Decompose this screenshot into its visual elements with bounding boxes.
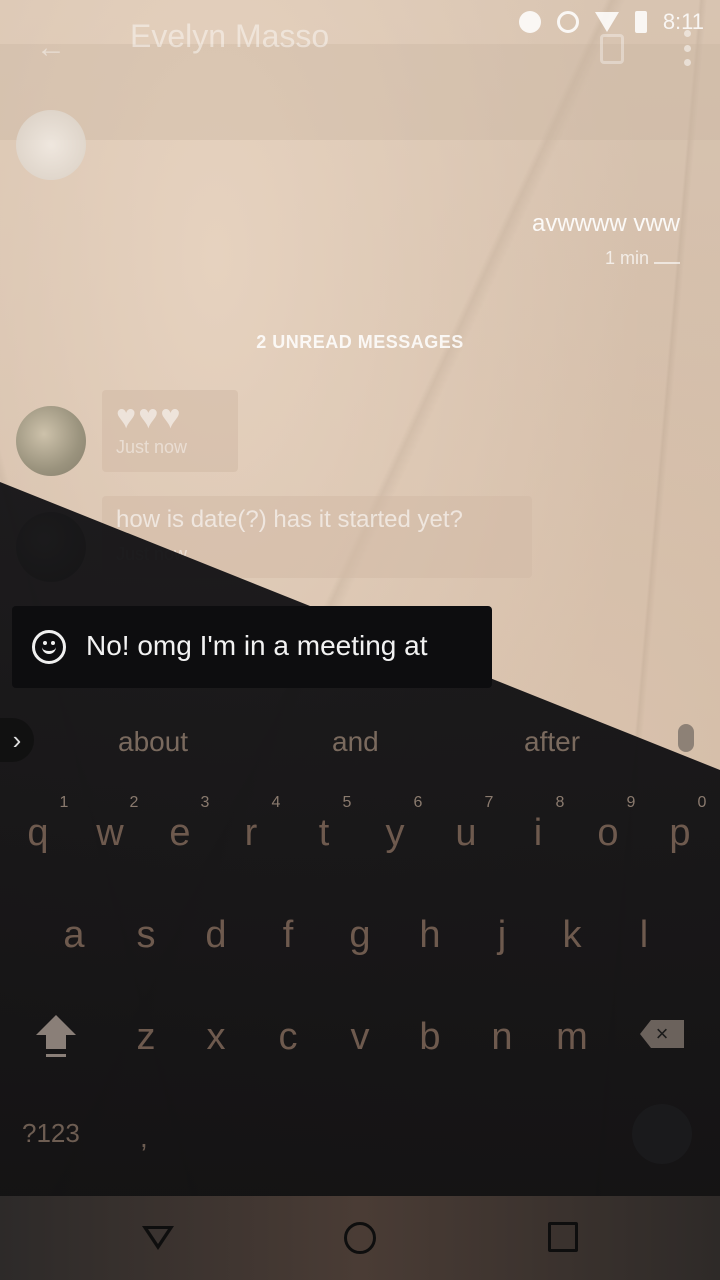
message-meta: Just now <box>116 437 188 457</box>
outgoing-message[interactable]: avwwww vww 1 min <box>532 210 680 269</box>
shift-icon-stem <box>46 1035 66 1049</box>
key-w[interactable]: w <box>80 812 140 855</box>
key-p[interactable]: p <box>650 812 710 855</box>
key-u[interactable]: u <box>436 812 496 855</box>
space-bar[interactable] <box>200 1118 600 1154</box>
message-text: how is date(?) has it started yet? <box>116 506 463 533</box>
message-text: avwwww vww <box>531 210 680 237</box>
suggestion[interactable]: about <box>118 726 188 758</box>
key-d[interactable]: d <box>186 914 246 957</box>
message-meta: 1 min <box>532 248 680 269</box>
expand-suggestions-icon[interactable]: › <box>0 718 34 762</box>
key-j[interactable]: j <box>472 914 532 957</box>
avatar[interactable] <box>16 406 86 476</box>
key-k[interactable]: k <box>542 914 602 957</box>
key-v[interactable]: v <box>330 1016 390 1059</box>
key-l[interactable]: l <box>614 914 674 957</box>
nav-recents-icon[interactable] <box>548 1222 578 1252</box>
wifi-icon <box>594 12 619 32</box>
key-r[interactable]: r <box>221 812 281 855</box>
key-number-hint: 1 <box>59 794 69 811</box>
suggestion[interactable]: and <box>332 726 379 758</box>
key-z[interactable]: z <box>116 1016 176 1059</box>
comma-key[interactable]: , <box>140 1122 148 1154</box>
key-x[interactable]: x <box>186 1016 246 1059</box>
symbols-key[interactable]: ?123 <box>22 1118 80 1149</box>
key-number-hint: 6 <box>413 794 423 811</box>
compose-text[interactable]: No! omg I'm in a meeting at <box>86 630 428 662</box>
alarm-icon <box>556 11 579 33</box>
key-i[interactable]: i <box>508 812 568 855</box>
key-n[interactable]: n <box>472 1016 532 1059</box>
microphone-icon[interactable] <box>678 724 694 752</box>
key-number-hint: 4 <box>271 794 281 811</box>
key-c[interactable]: c <box>258 1016 318 1059</box>
message-text: ♥♥♥ <box>116 398 183 436</box>
suggestion-strip: › about and after <box>0 718 720 768</box>
key-o[interactable]: o <box>578 812 638 855</box>
key-s[interactable]: s <box>116 914 176 957</box>
key-y[interactable]: y <box>365 812 425 855</box>
key-number-hint: 5 <box>342 794 352 811</box>
nav-back-icon-inner <box>148 1229 168 1244</box>
key-a[interactable]: a <box>44 914 104 957</box>
unread-divider: 2 UNREAD MESSAGES <box>256 332 464 352</box>
key-number-hint: 7 <box>484 794 494 811</box>
key-m[interactable]: m <box>542 1016 602 1059</box>
key-number-hint: 9 <box>626 794 636 811</box>
key-t[interactable]: t <box>294 812 354 855</box>
battery-icon <box>634 11 647 33</box>
nav-home-icon[interactable] <box>344 1222 376 1254</box>
key-f[interactable]: f <box>258 914 318 957</box>
avatar[interactable] <box>16 110 86 180</box>
suggestion[interactable]: after <box>524 726 580 758</box>
key-number-hint: 8 <box>555 794 565 811</box>
key-number-hint: 3 <box>200 794 210 811</box>
more-options-icon[interactable] <box>684 30 692 66</box>
key-number-hint: 2 <box>129 794 139 811</box>
key-b[interactable]: b <box>400 1016 460 1059</box>
back-arrow-icon[interactable]: ← <box>36 33 66 63</box>
contact-name[interactable]: Evelyn Masso <box>130 18 329 55</box>
shift-icon-base <box>46 1054 66 1057</box>
send-key[interactable] <box>632 1104 692 1164</box>
key-g[interactable]: g <box>330 914 390 957</box>
incoming-message[interactable]: ♥♥♥ Just now <box>102 390 238 472</box>
key-number-hint: 0 <box>697 794 707 811</box>
key-h[interactable]: h <box>400 914 460 957</box>
key-q[interactable]: q <box>8 812 68 855</box>
call-icon[interactable] <box>600 34 624 64</box>
double-check-icon <box>654 248 680 264</box>
key-e[interactable]: e <box>150 812 210 855</box>
shift-icon[interactable] <box>36 1015 76 1035</box>
do-not-disturb-icon <box>518 11 541 33</box>
